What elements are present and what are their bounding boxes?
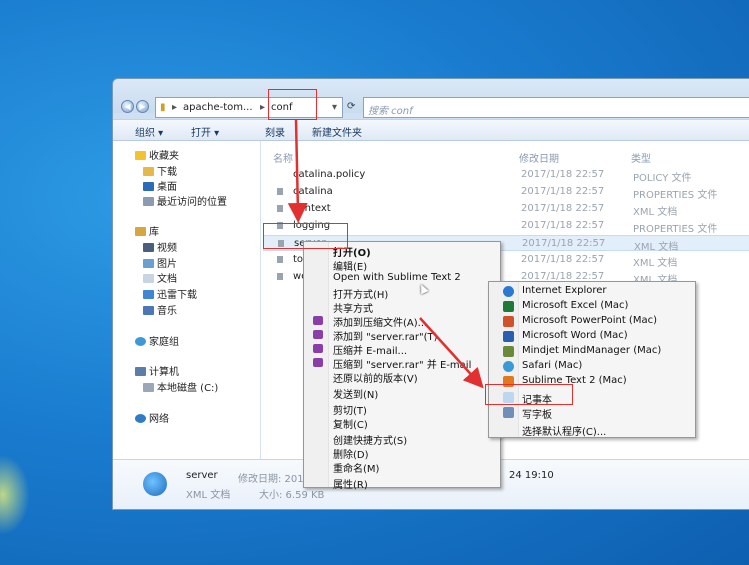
annotation-arrows [287, 119, 484, 389]
arrow-down [287, 119, 308, 223]
arrow-diagonal [419, 317, 484, 389]
